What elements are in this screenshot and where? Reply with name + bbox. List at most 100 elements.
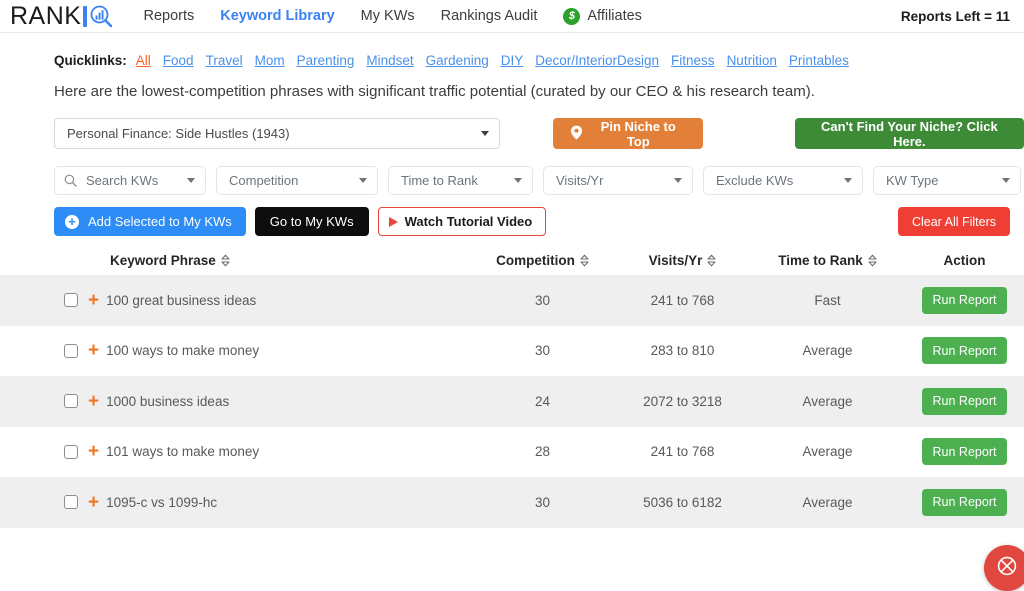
exclude-kws-filter[interactable]: Exclude KWs [703, 166, 863, 195]
chevron-down-icon [514, 178, 522, 183]
cell-time-to-rank: Average [750, 394, 905, 409]
run-report-button[interactable]: Run Report [922, 489, 1007, 516]
cell-competition: 24 [470, 394, 615, 409]
add-selected-label: Add Selected to My KWs [88, 214, 232, 229]
chevron-down-icon [187, 178, 195, 183]
search-kws-label: Search KWs [86, 173, 158, 188]
quicklink-fitness[interactable]: Fitness [671, 53, 715, 68]
quicklink-parenting[interactable]: Parenting [297, 53, 355, 68]
cell-time-to-rank: Average [750, 495, 905, 510]
add-keyword-plus-icon[interactable]: + [88, 392, 99, 411]
cell-visits: 2072 to 3218 [615, 394, 750, 409]
keyword-phrase-text: 100 ways to make money [106, 343, 259, 358]
run-report-button[interactable]: Run Report [922, 287, 1007, 314]
cell-time-to-rank: Average [750, 343, 905, 358]
run-report-button[interactable]: Run Report [922, 388, 1007, 415]
cell-action: Run Report [905, 489, 1024, 516]
table-row: + 100 ways to make money 30 283 to 810 A… [0, 326, 1024, 377]
time-to-rank-filter-label: Time to Rank [401, 173, 478, 188]
column-header-action-label: Action [944, 253, 986, 268]
cell-visits: 241 to 768 [615, 293, 750, 308]
keyword-phrase-text: 101 ways to make money [106, 444, 259, 459]
sort-icon [868, 254, 877, 267]
quicklink-all[interactable]: All [136, 53, 151, 68]
add-keyword-plus-icon[interactable]: + [88, 493, 99, 512]
row-checkbox[interactable] [64, 495, 78, 509]
quicklink-food[interactable]: Food [163, 53, 194, 68]
support-chat-widget-button[interactable] [984, 545, 1024, 591]
row-checkbox[interactable] [64, 394, 78, 408]
chevron-down-icon [844, 178, 852, 183]
keyword-table: Keyword Phrase Competition Visits/Yr [0, 253, 1024, 528]
quicklink-diy[interactable]: DIY [501, 53, 524, 68]
quicklink-printables[interactable]: Printables [789, 53, 849, 68]
competition-filter[interactable]: Competition [216, 166, 378, 195]
visits-per-year-filter[interactable]: Visits/Yr [543, 166, 693, 195]
add-keyword-plus-icon[interactable]: + [88, 291, 99, 310]
niche-select-value: Personal Finance: Side Hustles (1943) [67, 126, 290, 141]
run-report-button[interactable]: Run Report [922, 337, 1007, 364]
nav-item-affiliates[interactable]: $ Affiliates [563, 8, 642, 25]
logo-wordmark: RANK [10, 4, 81, 29]
column-header-keyword-phrase-label: Keyword Phrase [110, 253, 216, 268]
row-checkbox[interactable] [64, 445, 78, 459]
cell-visits: 5036 to 6182 [615, 495, 750, 510]
app-header: RANK Reports Keyword Library My KWs Rank… [0, 0, 1024, 33]
quicklink-decor-interiordesign[interactable]: Decor/InteriorDesign [535, 53, 659, 68]
action-row: + Add Selected to My KWs Go to My KWs Wa… [0, 195, 1024, 236]
nav-item-rankings-audit[interactable]: Rankings Audit [441, 8, 538, 24]
niche-select[interactable]: Personal Finance: Side Hustles (1943) [54, 118, 500, 149]
row-checkbox[interactable] [64, 344, 78, 358]
column-header-competition[interactable]: Competition [470, 253, 615, 268]
dollar-icon: $ [563, 8, 580, 25]
column-header-keyword-phrase[interactable]: Keyword Phrase [0, 253, 470, 268]
watch-tutorial-label: Watch Tutorial Video [405, 214, 533, 229]
cell-action: Run Report [905, 287, 1024, 314]
sort-icon [580, 254, 589, 267]
cant-find-niche-button[interactable]: Can't Find Your Niche? Click Here. [795, 118, 1024, 149]
cell-keyword-phrase: + 1000 business ideas [0, 392, 470, 411]
pin-niche-to-top-button[interactable]: Pin Niche to Top [553, 118, 703, 149]
nav-item-my-kws[interactable]: My KWs [361, 8, 415, 24]
quicklink-travel[interactable]: Travel [206, 53, 243, 68]
search-kws-filter[interactable]: Search KWs [54, 166, 206, 195]
quicklink-mindset[interactable]: Mindset [366, 53, 413, 68]
add-selected-to-my-kws-button[interactable]: + Add Selected to My KWs [54, 207, 246, 236]
go-to-my-kws-button[interactable]: Go to My KWs [255, 207, 369, 236]
kw-type-filter[interactable]: KW Type [873, 166, 1021, 195]
column-header-visits-per-year[interactable]: Visits/Yr [615, 253, 750, 268]
keyword-phrase-text: 1095-c vs 1099-hc [106, 495, 217, 510]
main-nav: Reports Keyword Library My KWs Rankings … [143, 8, 641, 25]
add-keyword-plus-icon[interactable]: + [88, 341, 99, 360]
cell-action: Run Report [905, 438, 1024, 465]
column-header-action: Action [905, 253, 1024, 268]
quicklink-mom[interactable]: Mom [255, 53, 285, 68]
table-row: + 1000 business ideas 24 2072 to 3218 Av… [0, 376, 1024, 427]
table-row: + 101 ways to make money 28 241 to 768 A… [0, 427, 1024, 478]
time-to-rank-filter[interactable]: Time to Rank [388, 166, 533, 195]
plus-circle-icon: + [65, 215, 79, 229]
run-report-button[interactable]: Run Report [922, 438, 1007, 465]
page-description: Here are the lowest-competition phrases … [0, 68, 1024, 100]
column-header-visits-per-year-label: Visits/Yr [649, 253, 703, 268]
clear-all-filters-button[interactable]: Clear All Filters [898, 207, 1010, 236]
add-keyword-plus-icon[interactable]: + [88, 442, 99, 461]
quicklinks-label: Quicklinks: [54, 53, 127, 68]
cell-action: Run Report [905, 337, 1024, 364]
sort-icon [221, 254, 230, 267]
rankiq-logo[interactable]: RANK [10, 1, 113, 31]
watch-tutorial-video-button[interactable]: Watch Tutorial Video [378, 207, 547, 236]
quicklink-nutrition[interactable]: Nutrition [727, 53, 777, 68]
nav-item-reports[interactable]: Reports [143, 8, 194, 24]
logo-bar [83, 6, 87, 27]
cell-time-to-rank: Average [750, 444, 905, 459]
quicklink-gardening[interactable]: Gardening [426, 53, 489, 68]
nav-item-keyword-library[interactable]: Keyword Library [220, 8, 334, 24]
column-header-time-to-rank[interactable]: Time to Rank [750, 253, 905, 268]
row-checkbox[interactable] [64, 293, 78, 307]
cell-keyword-phrase: + 1095-c vs 1099-hc [0, 493, 470, 512]
magnifier-bar-chart-icon [89, 4, 113, 28]
cell-action: Run Report [905, 388, 1024, 415]
visits-per-year-filter-label: Visits/Yr [556, 173, 603, 188]
reports-left-counter: Reports Left = 11 [901, 9, 1010, 24]
